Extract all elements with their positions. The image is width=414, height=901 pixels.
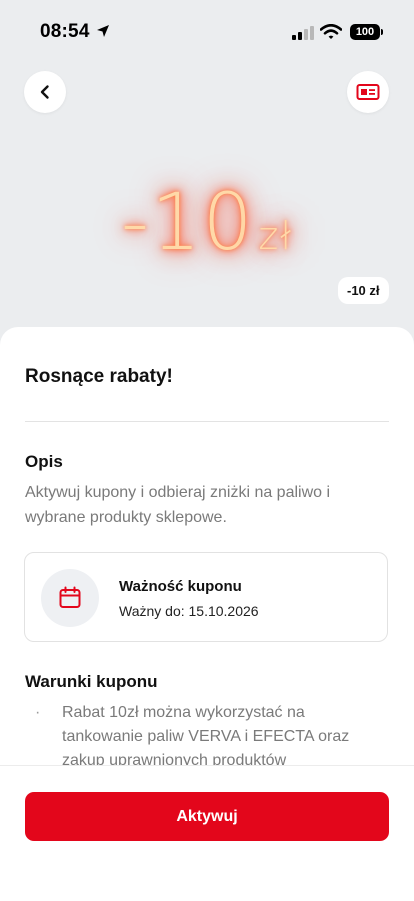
coupon-card-button[interactable]: [347, 71, 389, 113]
description-heading: Opis: [25, 452, 63, 471]
chevron-left-icon: [40, 85, 49, 99]
battery-indicator: 100: [350, 24, 383, 40]
cellular-signal-icon: [292, 26, 314, 40]
activate-button[interactable]: Aktywuj: [25, 792, 389, 841]
location-arrow-icon: [97, 25, 109, 37]
terms-list: · Rabat 10zł można wykorzystać na tankow…: [25, 701, 387, 773]
validity-card: Ważność kuponu Ważny do: 15.10.2026: [24, 552, 388, 642]
hero-amount-number: -10: [120, 178, 255, 268]
calendar-icon-circle: [41, 569, 99, 627]
validity-title: Ważność kuponu: [119, 578, 242, 595]
coupon-card-icon: [356, 84, 380, 100]
description-text: Aktywuj kupony i odbieraj zniżki na pali…: [25, 484, 331, 526]
divider: [25, 421, 389, 422]
status-time: 08:54: [40, 21, 90, 42]
terms-item-text: Rabat 10zł można wykorzystać na tankowan…: [62, 704, 350, 769]
bottom-action-bar: Aktywuj: [0, 765, 414, 901]
back-button[interactable]: [24, 71, 66, 113]
hero-discount-amount: -10 zł: [0, 178, 414, 268]
coupon-title: Rosnące rabaty!: [25, 366, 173, 387]
discount-badge: -10 zł: [338, 277, 389, 304]
hero-amount-currency: zł: [258, 214, 294, 258]
terms-item: · Rabat 10zł można wykorzystać na tankow…: [25, 701, 387, 773]
battery-level: 100: [355, 26, 375, 38]
validity-date: Ważny do: 15.10.2026: [119, 603, 259, 619]
status-bar: 08:54 100: [0, 0, 414, 62]
wifi-icon: [320, 24, 342, 39]
bullet-dot-icon: ·: [35, 704, 41, 721]
calendar-icon: [59, 586, 81, 608]
terms-heading: Warunki kuponu: [25, 672, 158, 691]
